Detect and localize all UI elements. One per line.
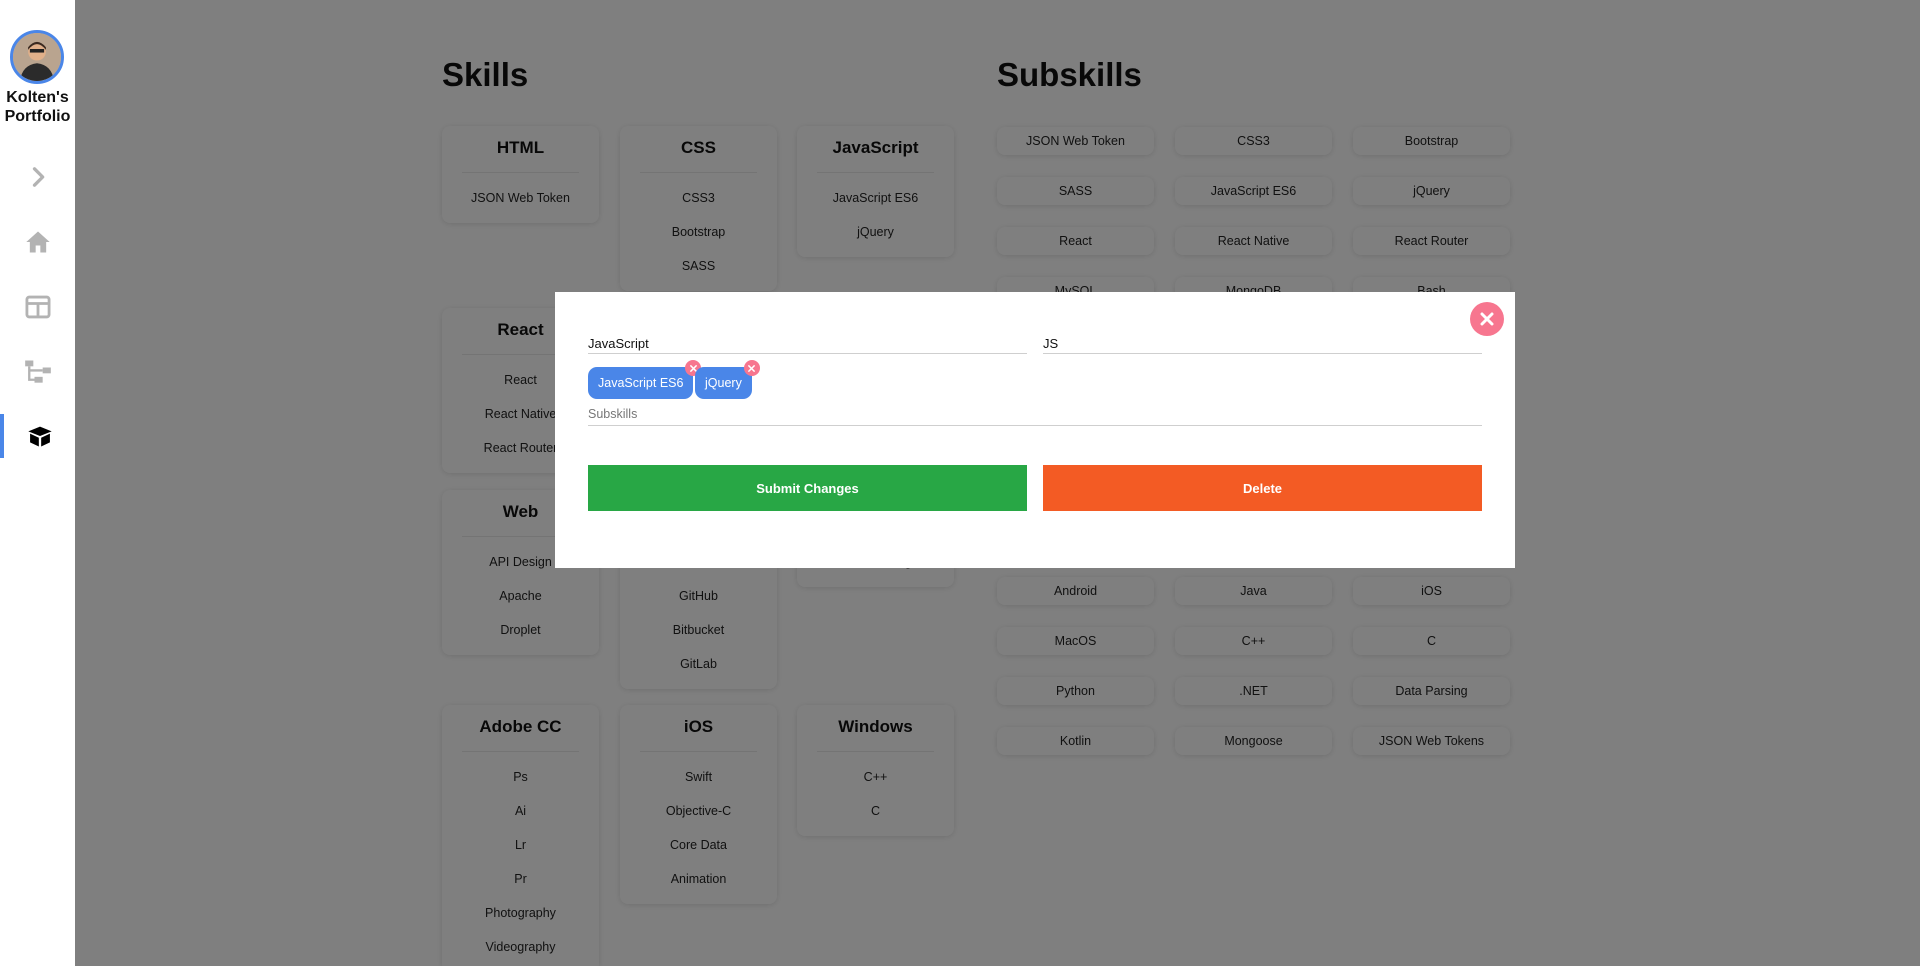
subskill-tag-label: jQuery <box>705 376 742 390</box>
subskill-tag: JavaScript ES6 <box>588 360 702 399</box>
avatar[interactable] <box>10 30 64 84</box>
delete-button[interactable]: Delete <box>1043 465 1482 511</box>
subskills-input[interactable] <box>588 402 1482 426</box>
sidebar: Kolten's Portfolio <box>0 0 75 966</box>
sitemap-icon[interactable] <box>0 349 75 393</box>
skill-name-input[interactable] <box>588 322 1027 354</box>
skill-abbr-input[interactable] <box>1043 322 1482 354</box>
chevron-right-icon[interactable] <box>0 155 75 199</box>
subskill-tag-label: JavaScript ES6 <box>598 376 684 390</box>
brand-title: Kolten's Portfolio <box>4 89 71 125</box>
edit-skill-modal: JavaScript ES6 jQuery Submit Changes Del… <box>555 292 1515 568</box>
layout-icon[interactable] <box>0 285 75 329</box>
subskill-tag: jQuery <box>695 360 760 399</box>
home-icon[interactable] <box>0 220 75 264</box>
remove-tag-icon[interactable] <box>743 360 760 376</box>
close-icon <box>1480 312 1494 326</box>
submit-changes-button[interactable]: Submit Changes <box>588 465 1027 511</box>
box-icon[interactable] <box>0 414 75 458</box>
